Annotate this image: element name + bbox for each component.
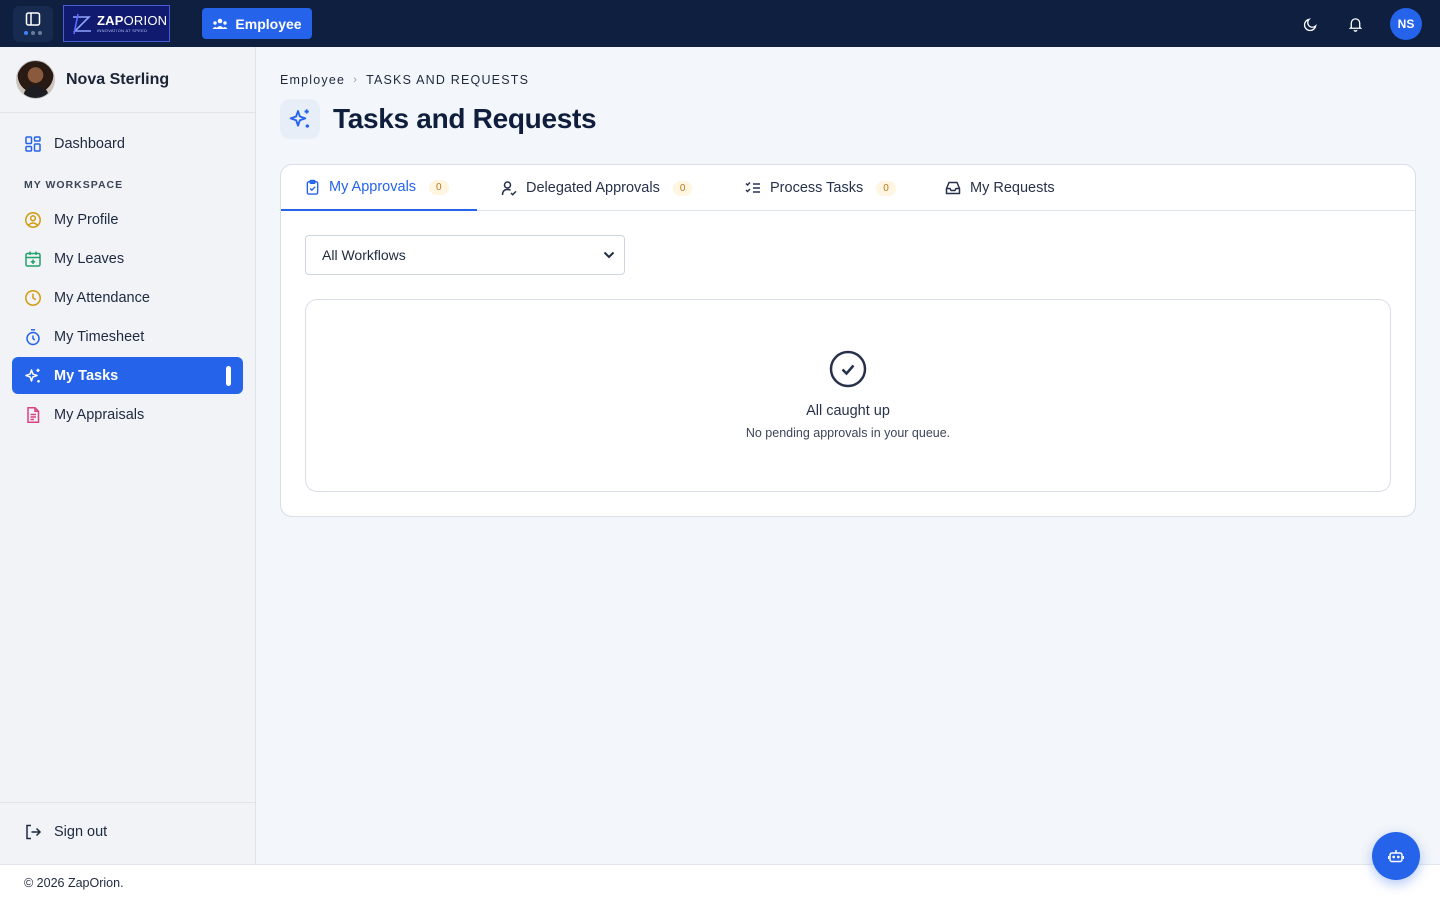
- check-circle-icon: [829, 350, 867, 388]
- moon-icon: [1303, 17, 1317, 31]
- notifications-button[interactable]: [1345, 14, 1365, 34]
- clock-icon: [24, 289, 42, 307]
- sparkles-icon: [24, 367, 42, 385]
- role-switch-button[interactable]: Employee: [202, 8, 312, 39]
- sidebar-item-label: My Attendance: [54, 289, 150, 306]
- tab-count-badge: 0: [672, 180, 693, 196]
- tasks-card: My Approvals 0 Delegated Approvals 0 Pro…: [280, 164, 1416, 517]
- sidebar-item-label: My Timesheet: [54, 328, 145, 345]
- log-out-icon: [26, 824, 42, 840]
- theme-toggle-button[interactable]: [1300, 14, 1320, 34]
- tab-my-requests[interactable]: My Requests: [945, 165, 1055, 211]
- empty-state-title: All caught up: [806, 403, 890, 419]
- sidebar-item-my-appraisals[interactable]: My Appraisals: [12, 396, 243, 433]
- breadcrumb: Employee › TASKS AND REQUESTS: [280, 73, 529, 87]
- sidebar-item-my-tasks[interactable]: My Tasks: [12, 357, 243, 394]
- sign-out-button[interactable]: Sign out: [24, 823, 107, 841]
- sidebar-item-dashboard[interactable]: Dashboard: [12, 125, 243, 162]
- sign-out-label: Sign out: [54, 824, 108, 840]
- tab-process-tasks[interactable]: Process Tasks 0: [745, 165, 896, 211]
- page-header: Tasks and Requests: [280, 99, 597, 139]
- panel-left-icon: [25, 12, 41, 26]
- bell-icon: [1348, 18, 1362, 32]
- tab-label: Process Tasks: [770, 180, 864, 196]
- list-checks-icon: [745, 181, 760, 193]
- tab-count-badge: 0: [876, 180, 896, 196]
- company-logo[interactable]: ZAPORION INNOVATION AT SPEED: [63, 5, 170, 42]
- sidebar-item-my-leaves[interactable]: My Leaves: [12, 240, 243, 277]
- sidebar-footer: Sign out: [0, 802, 255, 864]
- copyright-text: © 2026 ZapOrion.: [24, 876, 124, 890]
- calendar-plus-icon: [24, 250, 42, 268]
- top-bar: ZAPORION INNOVATION AT SPEED Employee NS: [0, 0, 1440, 47]
- document-icon: [24, 406, 42, 424]
- tab-label: My Requests: [970, 180, 1055, 196]
- sidebar-item-label: My Profile: [54, 211, 119, 228]
- assistant-chat-button[interactable]: [1372, 832, 1420, 880]
- sidebar-item-my-profile[interactable]: My Profile: [12, 201, 243, 238]
- inbox-icon: [945, 181, 961, 195]
- tab-label: My Approvals: [329, 179, 417, 195]
- user-avatar-button[interactable]: NS: [1390, 8, 1422, 40]
- workflow-filter-value: All Workflows: [322, 247, 406, 263]
- page-footer: © 2026 ZapOrion.: [0, 864, 1440, 900]
- sidebar-item-my-attendance[interactable]: My Attendance: [12, 279, 243, 316]
- tab-delegated-approvals[interactable]: Delegated Approvals 0: [501, 165, 693, 211]
- dashboard-icon: [24, 135, 42, 153]
- workflow-filter-select[interactable]: All Workflows: [305, 235, 625, 275]
- role-label: Employee: [235, 15, 302, 32]
- empty-state-subtitle: No pending approvals in your queue.: [745, 426, 951, 440]
- sidebar-toggle-button[interactable]: [13, 6, 53, 42]
- tab-label: Delegated Approvals: [526, 180, 660, 196]
- sidebar-item-label: My Appraisals: [54, 406, 145, 423]
- users-icon: [212, 18, 228, 29]
- active-indicator: [226, 366, 231, 386]
- user-name: Nova Sterling: [66, 70, 170, 88]
- tab-bar: My Approvals 0 Delegated Approvals 0 Pro…: [281, 165, 1415, 211]
- sidebar-item-label: Dashboard: [54, 135, 125, 152]
- sidebar-item-label: My Tasks: [54, 367, 119, 384]
- tab-count-badge: 0: [429, 179, 449, 195]
- sidebar-user[interactable]: Nova Sterling: [0, 47, 255, 113]
- logo-mark-icon: [73, 13, 91, 34]
- chevron-right-icon: ›: [353, 74, 359, 86]
- user-circle-icon: [24, 211, 42, 229]
- logo-tagline: INNOVATION AT SPEED: [97, 28, 148, 33]
- stopwatch-icon: [24, 328, 42, 346]
- clipboard-check-icon: [306, 179, 319, 195]
- sidebar: Nova Sterling Dashboard MY WORKSPACE My …: [0, 47, 256, 864]
- breadcrumb-root[interactable]: Employee: [280, 73, 345, 87]
- user-check-icon: [501, 181, 517, 196]
- tab-my-approvals[interactable]: My Approvals 0: [281, 165, 477, 211]
- empty-state: All caught up No pending approvals in yo…: [305, 299, 1391, 492]
- breadcrumb-current: TASKS AND REQUESTS: [366, 73, 530, 87]
- sidebar-section-title: MY WORKSPACE: [24, 179, 124, 191]
- user-avatar: [16, 60, 55, 99]
- sparkles-icon: [280, 99, 320, 139]
- chevron-down-icon: [603, 251, 615, 259]
- workspace-dots: [24, 31, 42, 35]
- sidebar-item-my-timesheet[interactable]: My Timesheet: [12, 318, 243, 355]
- page-title: Tasks and Requests: [333, 103, 597, 134]
- sidebar-item-label: My Leaves: [54, 250, 125, 267]
- bot-icon: [1388, 850, 1404, 863]
- logo-name: ZAPORION: [97, 13, 168, 28]
